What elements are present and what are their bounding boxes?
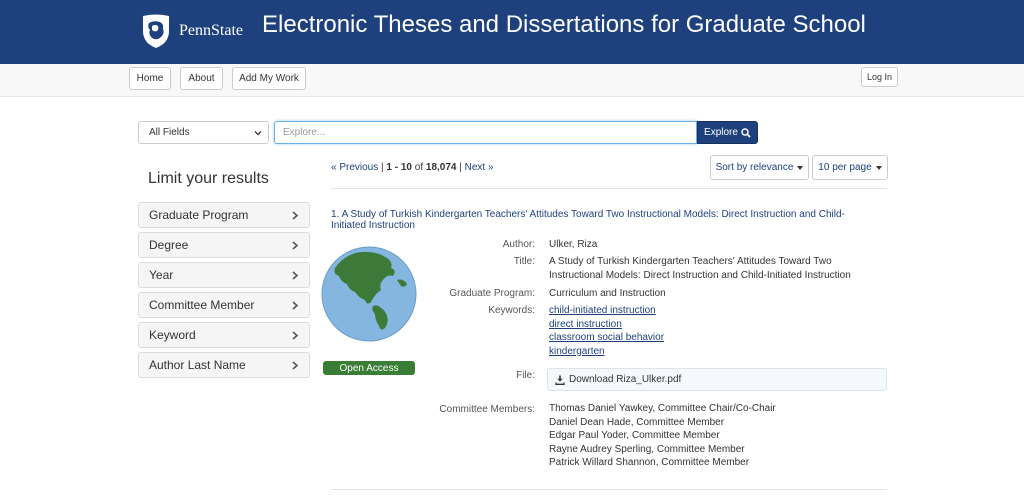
download-file-label: Download Riza_Ulker.pdf bbox=[569, 374, 682, 385]
author-label: Author: bbox=[502, 239, 535, 250]
chevron-right-icon bbox=[292, 241, 299, 250]
result-title-link[interactable]: 1. A Study of Turkish Kindergarten Teach… bbox=[331, 209, 871, 231]
committee-member: Rayne Audrey Sperling, Committee Member bbox=[549, 443, 745, 455]
sort-dropdown-label: Sort by relevance bbox=[715, 162, 794, 173]
sort-dropdown[interactable]: Sort by relevance bbox=[710, 155, 809, 180]
chevron-right-icon bbox=[292, 361, 299, 370]
explore-button-label: Explore bbox=[704, 127, 738, 138]
site-header: PennState Electronic Theses and Disserta… bbox=[0, 0, 1024, 64]
pager-separator: | bbox=[456, 162, 465, 173]
facet-year[interactable]: Year bbox=[138, 262, 310, 288]
committee-members-list: Thomas Daniel Yawkey, Committee Chair/Co… bbox=[549, 402, 776, 470]
committee-members-label: Committee Members: bbox=[439, 404, 535, 415]
results-range: 1 - 10 bbox=[386, 162, 412, 173]
login-button[interactable]: Log In bbox=[861, 67, 898, 87]
chevron-down-icon bbox=[254, 131, 262, 136]
pagination: « Previous | 1 - 10 of 18,074 | Next » bbox=[331, 162, 494, 173]
keyword-link[interactable]: classroom social behavior bbox=[549, 331, 664, 345]
facet-keyword[interactable]: Keyword bbox=[138, 322, 310, 348]
file-label: File: bbox=[516, 370, 535, 381]
title-label: Title: bbox=[513, 256, 535, 267]
chevron-right-icon bbox=[292, 301, 299, 310]
facet-label: Degree bbox=[149, 238, 189, 252]
keywords-label: Keywords: bbox=[488, 305, 535, 316]
search-icon bbox=[741, 127, 751, 138]
chevron-right-icon bbox=[292, 331, 299, 340]
committee-member: Thomas Daniel Yawkey, Committee Chair/Co… bbox=[549, 403, 776, 414]
committee-member: Patrick Willard Shannon, Committee Membe… bbox=[549, 457, 750, 468]
download-icon bbox=[555, 375, 565, 385]
facet-label: Graduate Program bbox=[149, 208, 249, 222]
explore-button[interactable]: Explore bbox=[697, 121, 758, 144]
committee-member: Daniel Dean Hade, Committee Member bbox=[549, 416, 725, 428]
nav-about-button[interactable]: About bbox=[180, 67, 223, 90]
globe-thumbnail-icon[interactable] bbox=[321, 246, 417, 342]
facet-degree[interactable]: Degree bbox=[138, 232, 310, 258]
committee-member: Edgar Paul Yoder, Committee Member bbox=[549, 430, 720, 441]
pager-of: of bbox=[411, 162, 426, 173]
keyword-link[interactable]: child-initiated instruction bbox=[549, 304, 664, 318]
search-field-select[interactable]: All Fields bbox=[138, 121, 269, 144]
author-value: Ulker, Riza bbox=[549, 239, 598, 250]
facet-committee-member[interactable]: Committee Member bbox=[138, 292, 310, 318]
next-link[interactable]: Next » bbox=[465, 162, 494, 173]
open-access-badge: Open Access bbox=[323, 361, 415, 375]
divider bbox=[331, 489, 887, 490]
site-title[interactable]: Electronic Theses and Dissertations for … bbox=[262, 11, 866, 39]
facet-label: Author Last Name bbox=[149, 358, 246, 372]
download-file-link[interactable]: Download Riza_Ulker.pdf bbox=[547, 368, 887, 391]
results-total: 18,074 bbox=[425, 162, 457, 173]
nav-add-my-work-button[interactable]: Add My Work bbox=[232, 67, 306, 90]
pennstate-logo[interactable]: PennState bbox=[140, 13, 243, 49]
keyword-link[interactable]: direct instruction bbox=[549, 318, 664, 332]
title-value: A Study of Turkish Kindergarten Teachers… bbox=[549, 256, 851, 281]
per-page-dropdown-label: 10 per page bbox=[818, 162, 872, 173]
keywords-list: child-initiated instruction direct instr… bbox=[549, 304, 664, 358]
caret-down-icon bbox=[797, 165, 804, 170]
facet-graduate-program[interactable]: Graduate Program bbox=[138, 202, 310, 228]
facet-author-last-name[interactable]: Author Last Name bbox=[138, 352, 310, 378]
graduate-program-label: Graduate Program: bbox=[449, 288, 535, 299]
chevron-right-icon bbox=[292, 271, 299, 280]
search-input[interactable] bbox=[274, 121, 697, 144]
search-field-value: All Fields bbox=[149, 127, 190, 138]
divider bbox=[331, 188, 887, 189]
facet-label: Committee Member bbox=[149, 298, 255, 312]
caret-down-icon bbox=[875, 165, 882, 170]
chevron-right-icon bbox=[292, 211, 299, 220]
nav-home-button[interactable]: Home bbox=[129, 67, 171, 90]
facet-label: Year bbox=[149, 268, 174, 282]
keyword-link[interactable]: kindergarten bbox=[549, 345, 664, 359]
previous-link[interactable]: « Previous bbox=[331, 162, 378, 173]
nittany-lion-shield-icon bbox=[143, 14, 169, 48]
facets-heading: Limit your results bbox=[148, 170, 269, 187]
logo-text: PennState bbox=[179, 22, 243, 39]
facet-label: Keyword bbox=[149, 328, 196, 342]
per-page-dropdown[interactable]: 10 per page bbox=[812, 155, 888, 180]
navbar: Home About Add My Work Log In bbox=[0, 64, 1024, 97]
graduate-program-value: Curriculum and Instruction bbox=[549, 288, 666, 299]
